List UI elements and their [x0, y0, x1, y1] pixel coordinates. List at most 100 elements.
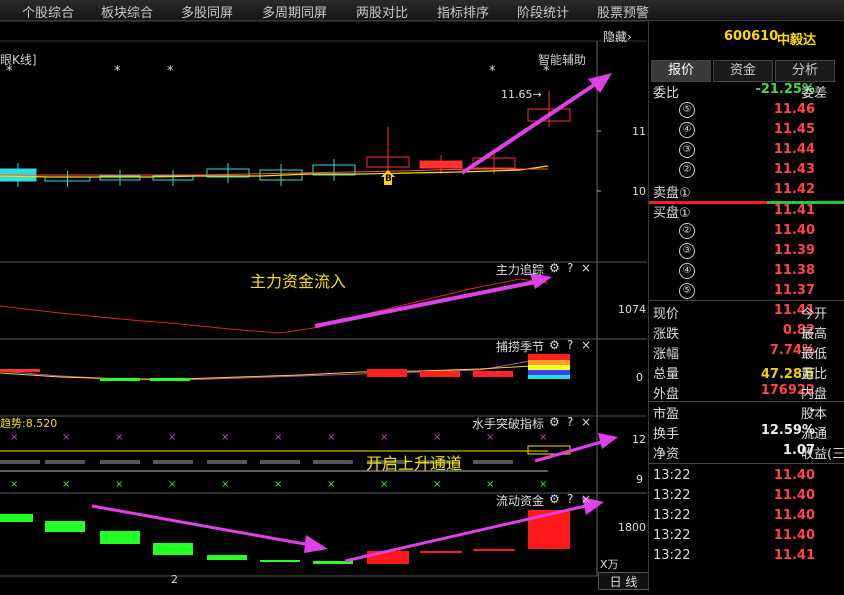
p3-bar — [153, 460, 193, 464]
ask-row: ② 11.43 — [649, 161, 844, 181]
nav-alerts[interactable]: 股票预警 — [597, 2, 649, 21]
chart-area[interactable]: × × × × × × × × × × × × × × × × × × × × × × 眼K线] 智能辅助 隐藏› * *… — [0, 20, 649, 591]
x-mark: × — [486, 479, 494, 490]
x-mark: × — [168, 479, 176, 490]
buy-marker-letter: B — [385, 174, 392, 184]
info-row: 市盈 - 股本 — [649, 402, 844, 422]
panel4-unit: X万 — [600, 558, 619, 571]
row-value: 11.41 — [773, 548, 815, 563]
period-button[interactable]: 日 线 — [598, 572, 649, 590]
hide-label: 隐藏 — [603, 30, 628, 44]
row-right-label: 最低 — [801, 347, 828, 362]
x-mark: × — [327, 479, 335, 490]
row-label: 13:22 — [653, 548, 691, 563]
x-mark: × — [539, 479, 547, 490]
x-mark: × — [274, 432, 282, 443]
panel1-title: 主力追踪 — [496, 263, 545, 277]
p3-bar — [100, 460, 140, 464]
tick-row: 13:22 11.40 — [649, 507, 844, 527]
star-mark: * — [6, 64, 13, 79]
row-value: 11.40 — [773, 508, 815, 523]
p3-bar — [45, 460, 85, 464]
flow-bar — [473, 549, 515, 551]
gear-icon[interactable]: ⚙ — [549, 492, 560, 506]
panel4-tick: 1800 — [618, 521, 646, 534]
stock-name: 中毅达 — [777, 33, 817, 48]
level-badge: ④ — [679, 122, 695, 138]
sell-label: 卖盘① — [653, 186, 691, 201]
x-mark: × — [539, 432, 547, 443]
row-right-label: 量比 — [801, 367, 828, 382]
close-icon[interactable]: × — [581, 415, 591, 429]
quote-row: 总量 47.28万 量比 — [649, 362, 844, 382]
gear-icon[interactable]: ⚙ — [549, 415, 560, 429]
quote-row: 外盘 176922 内盘 — [649, 382, 844, 402]
row-value: 11.40 — [773, 468, 815, 483]
help-icon[interactable]: ? — [567, 415, 573, 429]
row-label: 总量 — [653, 367, 680, 382]
quote-row: 现价 11.41 今开 — [649, 302, 844, 322]
row-right-label: 今开 — [801, 307, 828, 322]
row-right-label: 收益(三 — [801, 447, 844, 462]
info-row: 净资 1.07 收益(三 — [649, 442, 844, 462]
bid-row: ② 11.40 — [649, 222, 844, 242]
row-label: 市盈 — [653, 407, 680, 422]
weibi-label: 委比 — [653, 86, 680, 101]
flow-bar — [45, 521, 85, 532]
tab-funds[interactable]: 资金 — [713, 60, 773, 82]
panel3-tick-9: 9 — [636, 473, 643, 486]
row-value: 11.43 — [773, 162, 815, 177]
close-icon[interactable]: × — [581, 492, 591, 506]
page-number: 2 — [171, 573, 178, 586]
trend-arrow-p1 — [314, 279, 541, 328]
price-tag: 11.65→ — [501, 88, 542, 101]
x-mark: × — [62, 432, 70, 443]
help-icon[interactable]: ? — [567, 492, 573, 506]
gear-icon[interactable]: ⚙ — [549, 338, 560, 352]
panel4-title: 流动资金 — [496, 494, 545, 508]
nav-indicator-sort[interactable]: 指标排序 — [437, 2, 489, 21]
row-value: 11.46 — [773, 102, 815, 117]
level-badge: ⑤ — [679, 102, 695, 118]
gear-icon[interactable]: ⚙ — [549, 261, 560, 275]
x-mark: × — [115, 479, 123, 490]
annotation-uptrend: 开启上升通道 — [366, 454, 463, 473]
tab-analysis[interactable]: 分析 — [775, 60, 835, 82]
panel3-tick-12: 12 — [632, 433, 646, 446]
level-badge: ② — [679, 162, 695, 178]
level-badge: ⑤ — [679, 283, 695, 299]
tab-quote[interactable]: 报价 — [651, 60, 711, 82]
panel3-title: 水手突破指标 — [472, 417, 545, 431]
y-tick-11: 11 — [632, 125, 646, 138]
nav-sector-overview[interactable]: 板块综合 — [101, 2, 153, 21]
x-mark: × — [168, 432, 176, 443]
quote-row: 涨幅 7.74% 最低 — [649, 342, 844, 362]
x-mark: × — [380, 479, 388, 490]
help-icon[interactable]: ? — [567, 261, 573, 275]
p3-bar — [0, 460, 40, 464]
row-label: 13:22 — [653, 508, 691, 523]
row-value: 11.44 — [773, 142, 815, 157]
row-label: 涨幅 — [653, 347, 680, 362]
hide-button[interactable]: 隐藏› — [603, 28, 632, 45]
bid-row: ③ 11.39 — [649, 242, 844, 262]
nav-multi-period[interactable]: 多周期同屏 — [262, 2, 327, 21]
nav-compare[interactable]: 两股对比 — [356, 2, 408, 21]
row-label: 换手 — [653, 427, 680, 442]
close-icon[interactable]: × — [581, 338, 591, 352]
top-navigation: 个股综合 板块综合 多股同屏 多周期同屏 两股对比 指标排序 阶段统计 股票预警 — [0, 0, 844, 21]
close-icon[interactable]: × — [581, 261, 591, 275]
nav-stock-overview[interactable]: 个股综合 — [22, 2, 74, 21]
row-label: 13:22 — [653, 488, 691, 503]
nav-multi-stock[interactable]: 多股同屏 — [181, 2, 233, 21]
row-value: 11.38 — [773, 263, 815, 278]
help-icon[interactable]: ? — [567, 338, 573, 352]
annotation-main-inflow: 主力资金流入 — [250, 272, 347, 291]
p3-bar — [313, 460, 353, 464]
star-mark: * — [489, 64, 496, 79]
nav-stage-stats[interactable]: 阶段统计 — [517, 2, 569, 21]
weicha-label: 委差 — [801, 86, 828, 101]
x-mark: × — [327, 432, 335, 443]
p3-bar — [473, 460, 513, 464]
tick-row: 13:22 11.40 — [649, 467, 844, 487]
